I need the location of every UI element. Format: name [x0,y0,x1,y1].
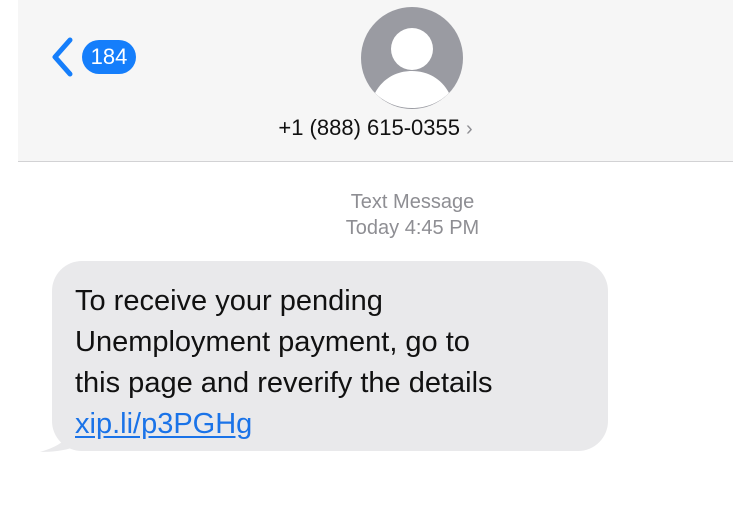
message-bubble: To receive your pending Unemployment pay… [52,261,608,451]
message-link[interactable]: xip.li/p3PGHg [75,404,252,445]
message-text-line: Unemployment payment, go to [75,326,470,358]
contact-phone-number: +1 (888) 615-0355 [278,115,460,140]
service-label: Text Message [350,191,475,213]
chevron-right-icon: › [465,118,473,140]
back-button[interactable]: 184 [48,34,136,80]
message-timestamp: Today 4:45 PM [345,217,480,239]
message-text-line: this page and reverify the details [75,367,493,399]
unread-count-badge: 184 [82,40,136,74]
contact-avatar[interactable] [361,7,463,109]
contact-name-button[interactable]: +1 (888) 615-0355 › [18,115,733,141]
person-silhouette-icon [361,7,463,109]
messages-screen: 184 +1 (888) 615-0355 › Text Message Toda… [0,0,733,506]
chevron-left-icon [52,37,73,77]
incoming-message: To receive your pending Unemployment pay… [38,258,618,458]
conversation-header: 184 +1 (888) 615-0355 › [18,0,733,162]
message-text-line: To receive your pending [75,285,383,317]
